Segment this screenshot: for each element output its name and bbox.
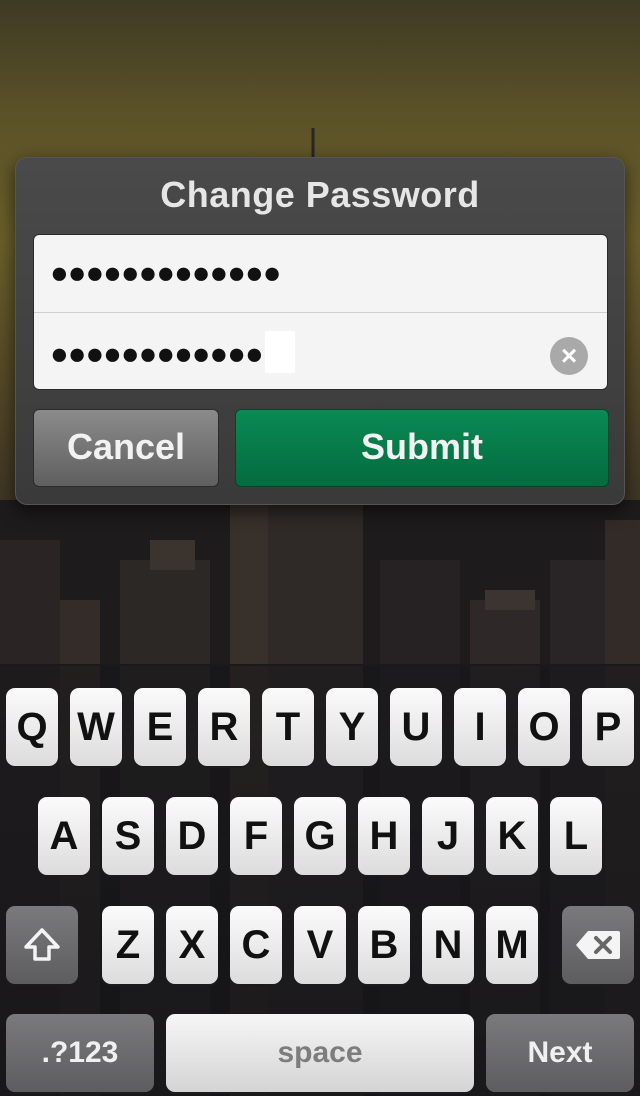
shift-arrow-icon [24,928,60,961]
shift-key[interactable] [6,906,78,984]
key-d[interactable]: D [166,797,218,875]
screen: Change Password ●●●●●●●●●●●●● ●●●●●●●●●●… [0,0,640,1096]
new-password-value-wrap: ●●●●●●●●●●●● [50,331,295,377]
key-y[interactable]: Y [326,688,378,766]
key-n[interactable]: N [422,906,474,984]
space-key[interactable]: space [166,1014,474,1092]
on-screen-keyboard: Q W E R T Y U I O P A S D F G H J K L Z … [0,664,640,1096]
key-k[interactable]: K [486,797,538,875]
key-g[interactable]: G [294,797,346,875]
key-h[interactable]: H [358,797,410,875]
key-x[interactable]: X [166,906,218,984]
key-w[interactable]: W [70,688,122,766]
dialog-title: Change Password [160,174,480,215]
key-p[interactable]: P [582,688,634,766]
key-b[interactable]: B [358,906,410,984]
key-t[interactable]: T [262,688,314,766]
text-cursor [264,331,295,373]
key-o[interactable]: O [518,688,570,766]
key-u[interactable]: U [390,688,442,766]
new-password-value: ●●●●●●●●●●●● [50,336,264,372]
key-j[interactable]: J [422,797,474,875]
current-password-value: ●●●●●●●●●●●●● [50,255,281,290]
key-a[interactable]: A [38,797,90,875]
backspace-key[interactable] [562,906,634,984]
key-e[interactable]: E [134,688,186,766]
new-password-field[interactable]: ●●●●●●●●●●●● × [34,312,607,389]
key-m[interactable]: M [486,906,538,984]
key-v[interactable]: V [294,906,346,984]
key-z[interactable]: Z [102,906,154,984]
key-l[interactable]: L [550,797,602,875]
submit-button[interactable]: Submit [235,409,609,487]
numbers-key[interactable]: .?123 [6,1014,154,1092]
backspace-icon [576,931,620,959]
password-fields-group: ●●●●●●●●●●●●● ●●●●●●●●●●●● × [33,234,608,390]
key-i[interactable]: I [454,688,506,766]
key-f[interactable]: F [230,797,282,875]
current-password-field[interactable]: ●●●●●●●●●●●●● [34,235,607,312]
key-c[interactable]: C [230,906,282,984]
clear-text-icon[interactable]: × [550,337,588,375]
cancel-button[interactable]: Cancel [33,409,219,487]
next-key[interactable]: Next [486,1014,634,1092]
change-password-dialog: Change Password ●●●●●●●●●●●●● ●●●●●●●●●●… [15,157,625,505]
key-q[interactable]: Q [6,688,58,766]
key-s[interactable]: S [102,797,154,875]
key-r[interactable]: R [198,688,250,766]
